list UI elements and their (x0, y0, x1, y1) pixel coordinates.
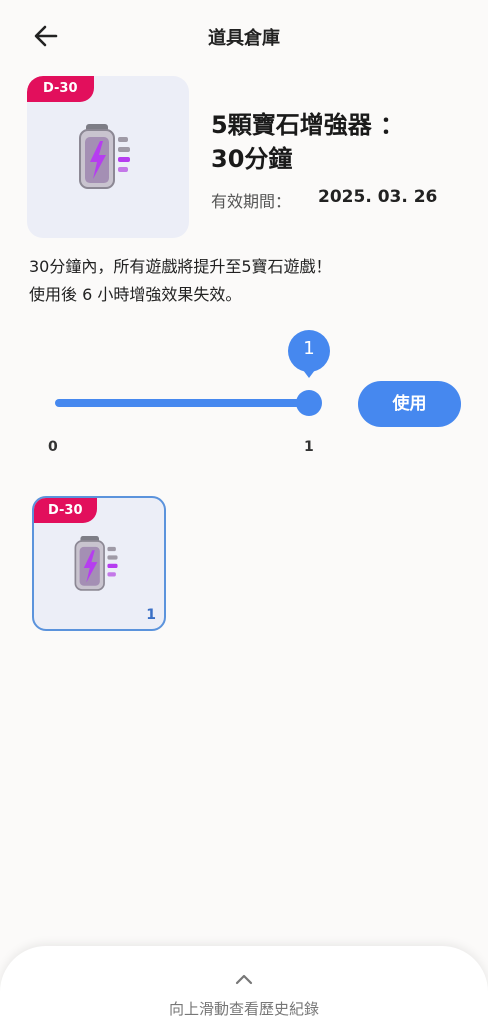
item-name-line2: 30分鐘 (211, 145, 293, 173)
description-line2: 使用後 6 小時增強效果失效。 (29, 285, 242, 304)
item-name: 5顆寶石增強器 ： 30分鐘 (211, 108, 471, 176)
validity-label: 有效期間： (211, 192, 292, 211)
expiry-badge: D-30 (34, 498, 97, 523)
slider-max-label: 1 (304, 439, 314, 455)
validity-date: 2025. 03. 26 (318, 187, 438, 207)
battery-boost-icon (79, 124, 130, 190)
item-description: 30分鐘內，所有遊戲將提升至5寶石遊戲！ 使用後 6 小時增強效果失效。 (29, 253, 332, 309)
item-count: 1 (146, 607, 156, 623)
chevron-up-icon (235, 974, 253, 985)
use-button[interactable]: 使用 (358, 381, 461, 427)
quantity-slider-track[interactable] (55, 399, 311, 407)
item-name-line1: 5顆寶石增強器 ： (211, 111, 405, 139)
expiry-badge: D-30 (27, 76, 94, 102)
inventory-item-tile[interactable]: D-30 1 (32, 496, 166, 631)
swipe-up-history-label: 向上滑動查看歷史紀錄 (168, 1000, 319, 1018)
item-thumbnail: D-30 (27, 76, 189, 238)
history-bottom-sheet[interactable]: 向上滑動查看歷史紀錄 (0, 946, 488, 1024)
page-title: 道具倉庫 (208, 28, 280, 49)
slider-min-label: 0 (48, 439, 58, 455)
slider-current-value: 1 (303, 338, 315, 359)
description-line1: 30分鐘內，所有遊戲將提升至5寶石遊戲！ (29, 257, 332, 276)
battery-boost-icon (74, 535, 118, 591)
header: 道具倉庫 (0, 0, 488, 70)
item-warehouse-screen: 道具倉庫 D-30 5顆寶石增強器 ： 30分鐘 有效期間： 2025. 03.… (0, 0, 488, 1024)
quantity-slider-thumb[interactable] (296, 390, 322, 416)
